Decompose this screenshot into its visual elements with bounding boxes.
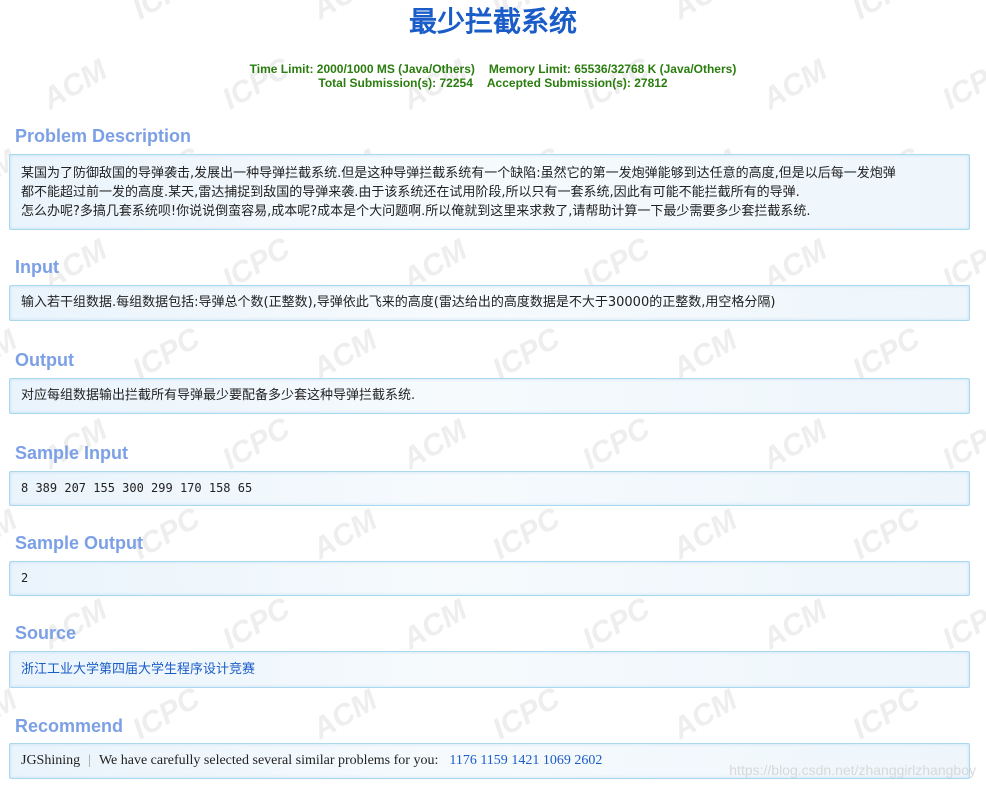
watermark-text: ACM	[306, 323, 383, 387]
output-heading: Output	[15, 350, 74, 370]
watermark-text: ICPC	[487, 681, 567, 746]
watermark-text: ACM	[306, 683, 383, 747]
watermark-text: ACM	[666, 683, 743, 747]
description-line: 怎么办呢?多搞几套系统呗!你说说倒蛮容易,成本呢?成本是个大问题啊.所以俺就到这…	[21, 204, 811, 219]
input-box: 输入若干组数据.每组数据包括:导弹总个数(正整数),导弹依此飞来的高度(雷达给出…	[9, 285, 970, 321]
watermark-text: ICPC	[847, 501, 927, 566]
watermark-text: ACM	[756, 593, 833, 657]
recommend-heading: Recommend	[15, 716, 124, 736]
recommend-problem-link[interactable]: 1421	[511, 753, 539, 768]
watermark-text: ICPC	[217, 591, 297, 656]
output-box: 对应每组数据输出拦截所有导弹最少要配备多少套这种导弹拦截系统.	[9, 378, 970, 414]
recommend-problem-link[interactable]: 1159	[480, 753, 507, 768]
watermark-text: ICPC	[217, 411, 297, 476]
recommend-problem-link[interactable]: 1176	[449, 753, 476, 768]
watermark-text: ICPC	[127, 681, 207, 746]
sample-output-box: 2	[9, 561, 970, 596]
watermark-text: ICPC	[487, 501, 567, 566]
csdn-watermark: https://blog.csdn.net/zhanggirlzhangboy	[729, 762, 976, 778]
recommend-problem-link[interactable]: 1069	[543, 753, 571, 768]
description-heading: Problem Description	[15, 126, 192, 146]
watermark-text: ACM	[396, 413, 473, 477]
sample-input-heading: Sample Input	[15, 443, 129, 463]
input-text: 输入若干组数据.每组数据包括:导弹总个数(正整数),导弹依此飞来的高度(雷达给出…	[21, 295, 776, 310]
watermark-text: ACM	[756, 413, 833, 477]
sample-input-box: 8 389 207 155 300 299 170 158 65	[9, 471, 970, 506]
problem-title: 最少拦截系统	[408, 5, 577, 38]
watermark-text: ACM	[666, 503, 743, 567]
total-submissions: Total Submission(s): 72254	[318, 76, 473, 90]
recommend-separator: |	[88, 753, 91, 768]
input-heading: Input	[15, 257, 59, 277]
watermark-text: ICPC	[487, 321, 567, 386]
watermark-text: ACM	[666, 323, 743, 387]
memory-limit: Memory Limit: 65536/32768 K (Java/Others…	[488, 62, 737, 76]
source-link[interactable]: 浙江工业大学第四届大学生程序设计竞赛	[21, 662, 255, 677]
description-box: 某国为了防御敌国的导弹袭击,发展出一种导弹拦截系统.但是这种导弹拦截系统有一个缺…	[9, 154, 970, 230]
source-box: 浙江工业大学第四届大学生程序设计竞赛	[9, 651, 970, 688]
recommend-user: JGShining	[21, 753, 81, 768]
accepted-submissions: Accepted Submission(s): 27812	[486, 76, 668, 90]
output-text: 对应每组数据输出拦截所有导弹最少要配备多少套这种导弹拦截系统.	[21, 388, 416, 403]
watermark-text: ICPC	[847, 321, 927, 386]
watermark-text: ICPC	[937, 591, 986, 656]
watermark-text: ICPC	[577, 591, 657, 656]
watermark-text: ICPC	[937, 411, 986, 476]
source-heading: Source	[15, 623, 77, 643]
recommend-message: We have carefully selected several simil…	[98, 753, 439, 768]
recommend-problem-link[interactable]: 2602	[574, 753, 602, 768]
problem-limits: Time Limit: 2000/1000 MS (Java/Others) Me…	[0, 62, 986, 90]
watermark-text: ICPC	[127, 321, 207, 386]
problem-page: 最少拦截系统 Time Limit: 2000/1000 MS (Java/Ot…	[0, 0, 986, 779]
description-line: 某国为了防御敌国的导弹袭击,发展出一种导弹拦截系统.但是这种导弹拦截系统有一个缺…	[21, 166, 896, 181]
time-limit: Time Limit: 2000/1000 MS (Java/Others)	[249, 62, 475, 76]
sample-output-heading: Sample Output	[15, 533, 144, 553]
watermark-text: ACM	[306, 503, 383, 567]
sample-output-text: 2	[21, 571, 29, 585]
description-line: 都不能超过前一发的高度.某天,雷达捕捉到敌国的导弹来袭.由于该系统还在试用阶段,…	[21, 185, 800, 200]
sample-input-text: 8 389 207 155 300 299 170 158 65	[21, 481, 253, 495]
watermark-text: ICPC	[577, 411, 657, 476]
watermark-text: ICPC	[847, 681, 927, 746]
watermark-text: ACM	[396, 593, 473, 657]
